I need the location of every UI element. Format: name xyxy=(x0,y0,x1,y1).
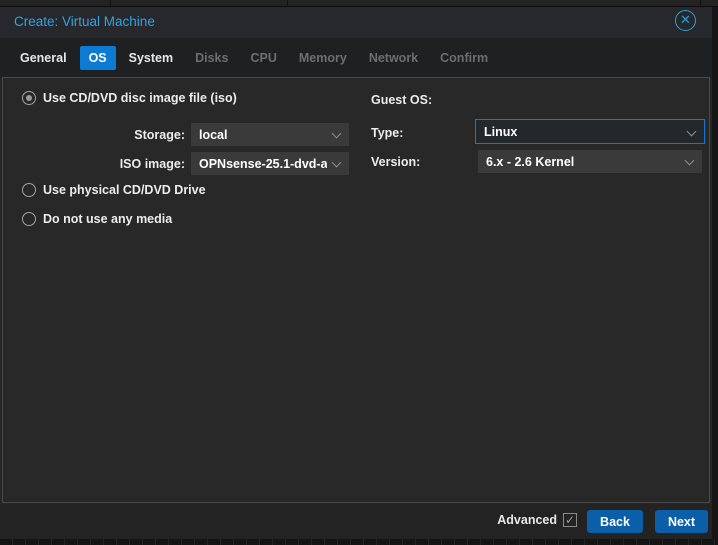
tab-general[interactable]: General xyxy=(11,46,76,70)
radio-row-physical: Use physical CD/DVD Drive xyxy=(22,183,206,197)
type-value: Linux xyxy=(484,125,517,139)
radio-row-iso: Use CD/DVD disc image file (iso) xyxy=(22,91,237,105)
tab-system[interactable]: System xyxy=(120,46,182,70)
wizard-tabbar: General OS System Disks CPU Memory Netwo… xyxy=(0,38,712,77)
tab-network: Network xyxy=(360,46,427,70)
radio-physical-drive[interactable] xyxy=(22,183,36,197)
strip-divider xyxy=(287,0,288,7)
radio-use-iso[interactable] xyxy=(22,91,36,105)
guest-os-heading: Guest OS: xyxy=(371,93,432,107)
iso-image-label: ISO image: xyxy=(63,157,185,171)
iso-image-value: OPNsense-25.1-dvd-a xyxy=(199,157,327,171)
dialog-footer: Advanced ✓ Back Next xyxy=(0,504,712,539)
chevron-down-icon xyxy=(685,156,695,166)
version-value: 6.x - 2.6 Kernel xyxy=(486,155,574,169)
version-combobox[interactable]: 6.x - 2.6 Kernel xyxy=(478,150,702,173)
close-icon[interactable]: ✕ xyxy=(675,10,696,31)
os-tab-panel: Use CD/DVD disc image file (iso) Storage… xyxy=(2,77,710,503)
back-button[interactable]: Back xyxy=(587,510,643,533)
dialog-titlebar: Create: Virtual Machine ✕ xyxy=(0,7,712,38)
tab-os[interactable]: OS xyxy=(80,46,116,70)
screen: Create: Virtual Machine ✕ General OS Sys… xyxy=(0,0,718,545)
radio-no-media-label: Do not use any media xyxy=(43,212,172,226)
chevron-down-icon xyxy=(332,129,342,139)
advanced-label: Advanced xyxy=(497,513,557,527)
storage-value: local xyxy=(199,128,228,142)
type-combobox[interactable]: Linux xyxy=(475,119,705,144)
radio-physical-drive-label: Use physical CD/DVD Drive xyxy=(43,183,206,197)
radio-row-no-media: Do not use any media xyxy=(22,212,172,226)
radio-no-media[interactable] xyxy=(22,212,36,226)
tab-cpu: CPU xyxy=(241,46,285,70)
chevron-down-icon xyxy=(332,158,342,168)
tab-confirm: Confirm xyxy=(431,46,497,70)
tab-memory: Memory xyxy=(290,46,356,70)
next-button[interactable]: Next xyxy=(655,510,708,533)
advanced-checkbox[interactable]: ✓ xyxy=(563,513,577,527)
chevron-down-icon xyxy=(687,127,697,137)
create-vm-dialog: Create: Virtual Machine ✕ General OS Sys… xyxy=(0,7,712,539)
strip-divider xyxy=(110,0,111,7)
dialog-title: Create: Virtual Machine xyxy=(14,14,155,29)
background-top-strip xyxy=(0,0,718,7)
type-label: Type: xyxy=(371,126,403,140)
storage-label: Storage: xyxy=(63,128,185,142)
background-bottom-strip xyxy=(0,539,718,545)
storage-combobox[interactable]: local xyxy=(191,123,349,146)
strip-divider xyxy=(700,0,701,7)
radio-use-iso-label: Use CD/DVD disc image file (iso) xyxy=(43,91,237,105)
iso-image-combobox[interactable]: OPNsense-25.1-dvd-a xyxy=(191,152,349,175)
tab-disks: Disks xyxy=(186,46,237,70)
version-label: Version: xyxy=(371,155,420,169)
